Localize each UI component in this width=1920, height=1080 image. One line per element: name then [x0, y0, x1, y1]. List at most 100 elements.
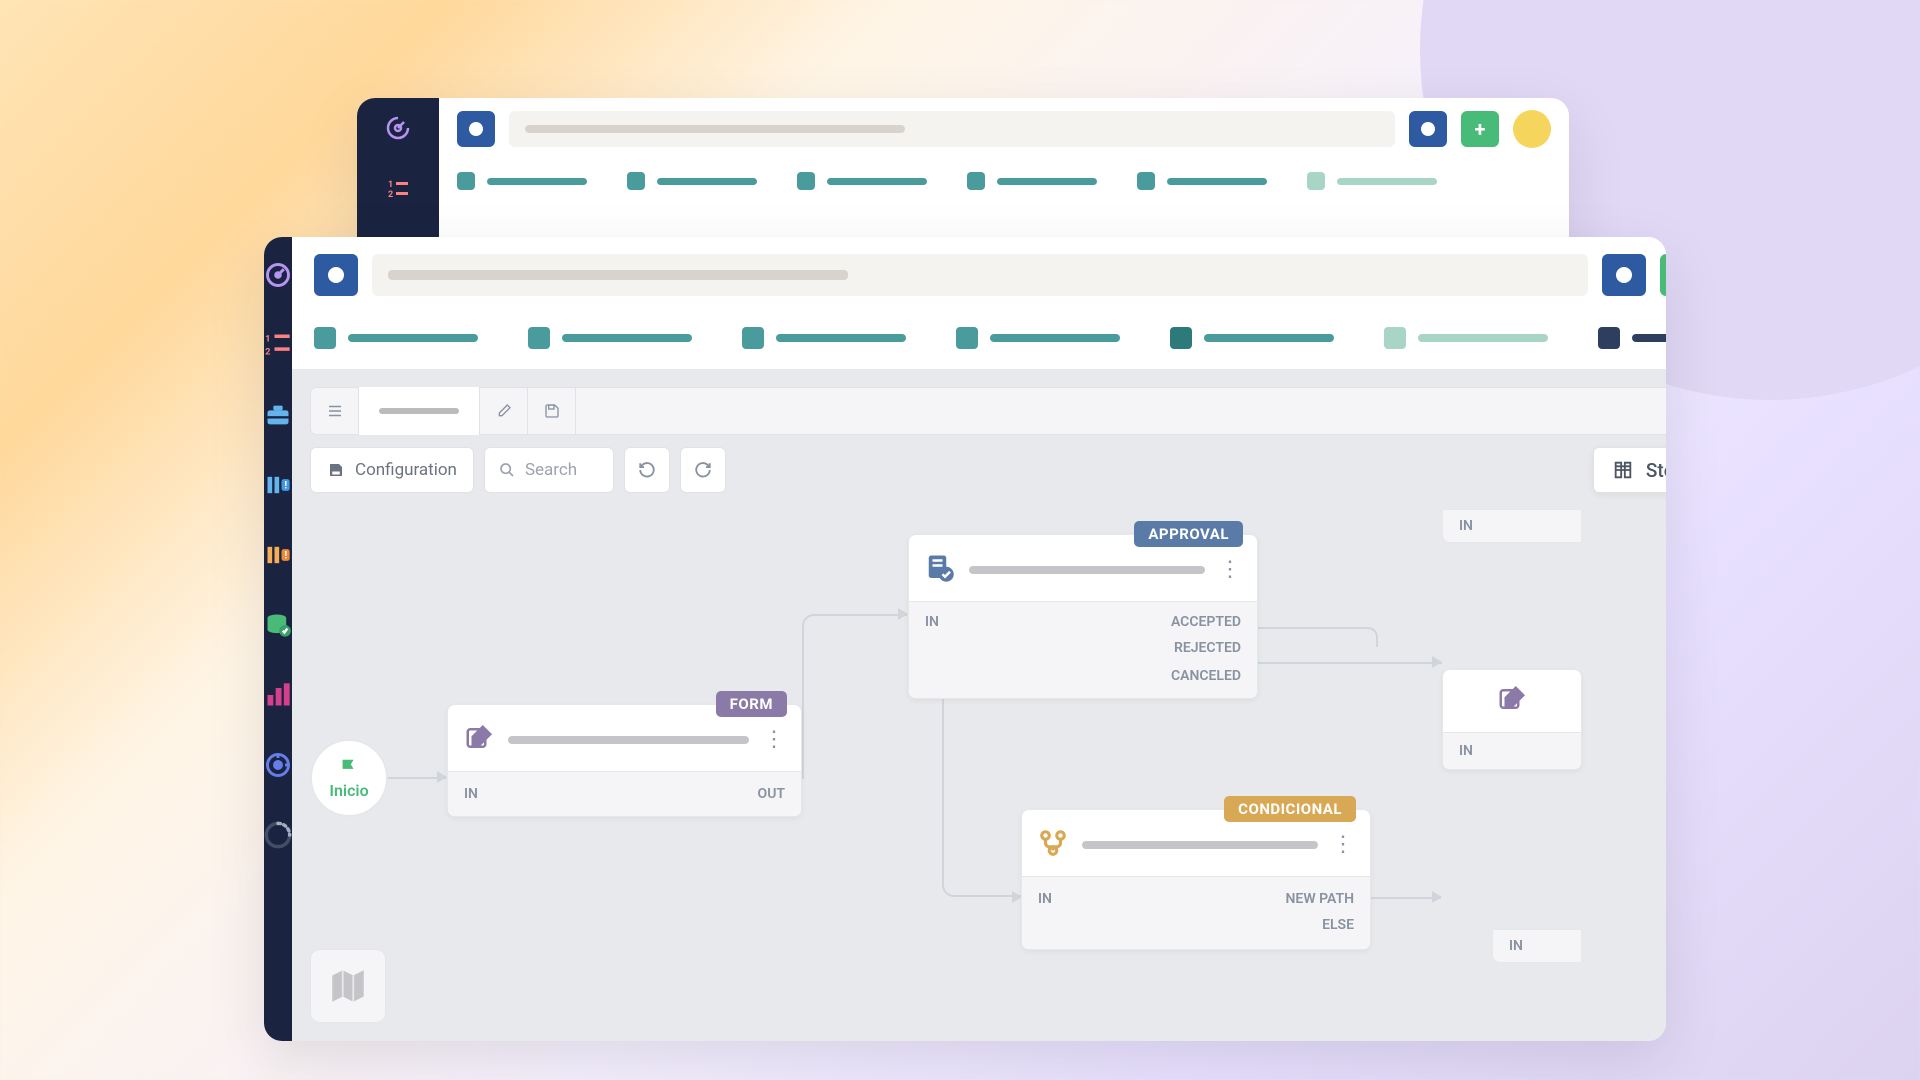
kebab-menu-icon[interactable]: ⋮ — [763, 735, 785, 745]
tab-item[interactable] — [742, 327, 906, 349]
dial-icon[interactable] — [264, 751, 292, 779]
alert-bars-alt-icon[interactable]: ! — [264, 541, 292, 569]
loader-icon[interactable] — [264, 821, 292, 849]
port-in[interactable]: IN — [1509, 938, 1523, 954]
node-title-placeholder — [969, 566, 1205, 574]
canvas-toolbar — [310, 387, 1666, 435]
app-badge[interactable] — [314, 254, 358, 296]
app-badge[interactable] — [457, 111, 495, 147]
arrow-icon — [1432, 891, 1442, 903]
port-newpath[interactable]: NEW PATH — [1286, 891, 1354, 907]
svg-text:2: 2 — [388, 190, 393, 200]
briefcase-icon[interactable] — [264, 401, 292, 429]
workflow-form-node[interactable]: FORM ⋮ IN OUT — [447, 704, 802, 817]
database-icon[interactable] — [264, 611, 292, 639]
tab-item[interactable] — [797, 172, 927, 190]
port-in[interactable]: IN — [925, 614, 939, 630]
port-canceled[interactable]: CANCELED — [1171, 668, 1241, 684]
dashboard-icon[interactable] — [386, 116, 410, 140]
dashboard-icon[interactable] — [264, 261, 292, 289]
alert-bars-icon[interactable]: ! — [264, 471, 292, 499]
workflow-partial-node[interactable]: IN — [1442, 509, 1582, 543]
add-button[interactable]: + — [1461, 111, 1499, 147]
edit-icon — [1497, 684, 1527, 718]
search-placeholder: Search — [525, 460, 577, 480]
bar-chart-icon[interactable] — [264, 681, 292, 709]
flag-icon — [338, 757, 360, 779]
topbar: + — [292, 237, 1666, 313]
main-area: + — [292, 237, 1666, 1041]
tab-strip — [439, 160, 1569, 206]
tab-item[interactable] — [314, 327, 478, 349]
action-button-blue[interactable] — [1602, 254, 1646, 296]
svg-text:!: ! — [284, 549, 287, 562]
conditional-tag: CONDICIONAL — [1224, 796, 1356, 822]
node-title-placeholder — [1082, 841, 1318, 849]
arrow-icon — [1432, 656, 1442, 668]
workflow-start-node[interactable]: Inicio — [310, 739, 388, 817]
start-label: Inicio — [329, 781, 368, 800]
app-window-foreground: 12 ! ! + — [264, 237, 1666, 1041]
hamburger-icon[interactable] — [311, 387, 359, 435]
arrow-icon — [437, 771, 447, 783]
tab-item[interactable] — [956, 327, 1120, 349]
map-icon — [327, 965, 369, 1007]
configuration-button[interactable]: Configuration — [310, 447, 474, 493]
workflow-approval-node[interactable]: APPROVAL ⋮ IN ACCEPTED REJECTED CANCELED — [908, 534, 1258, 699]
redo-icon[interactable] — [680, 447, 726, 493]
tab-item[interactable] — [1384, 327, 1548, 349]
form-tag: FORM — [716, 691, 787, 717]
connector — [1371, 897, 1441, 899]
topbar: + — [439, 98, 1569, 160]
ordered-list-icon[interactable]: 12 — [264, 331, 292, 359]
port-accepted[interactable]: ACCEPTED — [1171, 614, 1241, 630]
undo-icon[interactable] — [624, 447, 670, 493]
canvas-sub-toolbar: Configuration Search — [310, 447, 1666, 493]
port-out[interactable]: OUT — [758, 786, 785, 802]
port-in[interactable]: IN — [464, 786, 478, 802]
workflow-conditional-node[interactable]: CONDICIONAL ⋮ IN NEW PATH ELSE — [1021, 809, 1371, 950]
sidebar: 12 ! ! — [264, 237, 292, 1041]
tab-item[interactable] — [457, 172, 587, 190]
svg-text:1: 1 — [388, 180, 393, 190]
save-icon[interactable] — [528, 387, 576, 435]
port-else[interactable]: ELSE — [1322, 917, 1354, 933]
steps-menu-button[interactable]: Steps Menu — [1593, 447, 1666, 493]
tab-item[interactable] — [1137, 172, 1267, 190]
tab-item[interactable] — [627, 172, 757, 190]
active-tab[interactable] — [359, 387, 480, 435]
configuration-label: Configuration — [355, 460, 457, 480]
tab-item[interactable] — [967, 172, 1097, 190]
user-avatar[interactable] — [1513, 110, 1551, 148]
steps-menu-label: Steps Menu — [1646, 459, 1666, 482]
port-in[interactable]: IN — [1038, 891, 1052, 907]
action-button-blue[interactable] — [1409, 111, 1447, 147]
node-title-placeholder — [508, 736, 749, 744]
form-edit-icon — [464, 723, 494, 757]
port-in[interactable]: IN — [1459, 518, 1473, 534]
search-placeholder-line — [525, 125, 905, 133]
connector — [942, 697, 1022, 897]
approval-check-icon — [925, 553, 955, 587]
add-button[interactable]: + — [1660, 254, 1666, 296]
port-in[interactable]: IN — [1459, 743, 1473, 759]
approval-tag: APPROVAL — [1134, 521, 1243, 547]
minimap-button[interactable] — [310, 949, 386, 1023]
list-icon[interactable]: 12 — [386, 178, 410, 202]
tab-item[interactable] — [1307, 172, 1437, 190]
tab-item[interactable] — [528, 327, 692, 349]
workflow-edit-node[interactable]: IN — [1442, 669, 1582, 770]
kebab-menu-icon[interactable]: ⋮ — [1219, 565, 1241, 575]
port-rejected[interactable]: REJECTED — [1174, 640, 1241, 656]
workflow-canvas[interactable]: Configuration Search Steps Menu — [292, 369, 1666, 1041]
workflow-partial-node[interactable]: IN — [1492, 929, 1582, 963]
search-bar[interactable] — [372, 254, 1588, 296]
kebab-menu-icon[interactable]: ⋮ — [1332, 840, 1354, 850]
search-bar[interactable] — [509, 111, 1395, 147]
branch-icon — [1038, 828, 1068, 862]
canvas-search[interactable]: Search — [484, 447, 614, 493]
tab-item[interactable] — [1598, 327, 1666, 349]
edit-icon[interactable] — [480, 387, 528, 435]
svg-text:1: 1 — [265, 334, 270, 345]
tab-item[interactable] — [1170, 327, 1334, 349]
